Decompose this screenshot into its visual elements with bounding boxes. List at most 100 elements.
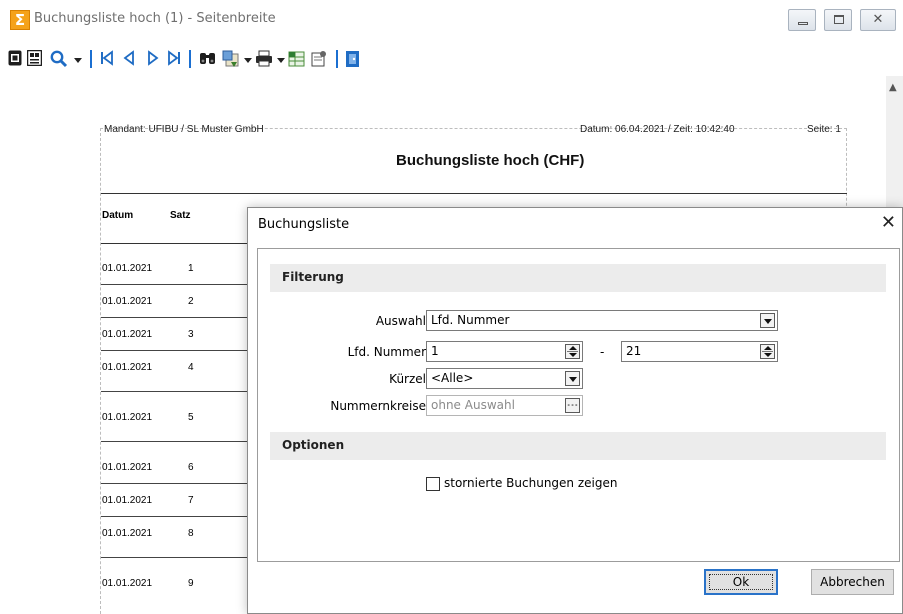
- row-divider: [101, 350, 251, 351]
- auswahl-value: Lfd. Nummer: [431, 313, 510, 327]
- excel-icon: [288, 51, 305, 67]
- report-column-line: [101, 243, 251, 244]
- column-header-satz: Satz: [170, 210, 191, 221]
- exit-icon: [346, 51, 359, 67]
- options-section-title: Optionen: [282, 438, 345, 452]
- maximize-icon: [834, 15, 844, 24]
- print-dropdown-icon[interactable]: [277, 58, 285, 63]
- row-datum: 01.01.2021: [102, 296, 153, 307]
- row-datum: 01.01.2021: [102, 528, 153, 539]
- row-divider: [101, 483, 251, 484]
- report-title: Buchungsliste hoch (CHF): [396, 152, 585, 169]
- spinner-icon[interactable]: [760, 344, 775, 359]
- excel-button[interactable]: [288, 50, 306, 68]
- row-satz: 4: [188, 362, 194, 373]
- preview-toolbar: [0, 46, 903, 72]
- previous-page-icon: [123, 50, 134, 66]
- multi-page-icon: [26, 49, 43, 67]
- exit-button[interactable]: [345, 50, 361, 68]
- first-page-icon: [101, 50, 113, 66]
- row-divider: [101, 317, 251, 318]
- storniert-checkbox-label[interactable]: stornierte Buchungen zeigen: [444, 476, 617, 490]
- dialog-title: Buchungsliste: [258, 217, 350, 232]
- chevron-down-icon[interactable]: [760, 313, 775, 328]
- lfd-nummer-to-stepper[interactable]: 21: [621, 341, 778, 362]
- nummernkreise-label: Nummernkreise: [330, 399, 426, 413]
- nummernkreise-field[interactable]: ohne Auswahl ...: [426, 395, 583, 416]
- row-datum: 01.01.2021: [102, 362, 153, 373]
- row-datum: 01.01.2021: [102, 495, 153, 506]
- row-datum: 01.01.2021: [102, 263, 153, 274]
- row-divider: [101, 391, 251, 392]
- minimize-button[interactable]: [788, 9, 816, 31]
- first-page-button[interactable]: [100, 50, 114, 68]
- range-separator: -: [600, 345, 605, 359]
- row-satz: 7: [188, 495, 194, 506]
- filter-section-header: Filterung: [270, 264, 886, 292]
- lfd-nummer-to-value: 21: [626, 344, 642, 358]
- nummernkreise-placeholder: ohne Auswahl: [431, 398, 515, 412]
- maximize-button[interactable]: [824, 9, 852, 31]
- zoom-dropdown-icon[interactable]: [74, 58, 82, 63]
- lfd-nummer-from-stepper[interactable]: 1: [426, 341, 583, 362]
- row-satz: 5: [188, 412, 194, 423]
- lfd-nummer-label: Lfd. Nummer: [347, 345, 426, 359]
- dialog-close-icon[interactable]: ✕: [881, 212, 896, 233]
- next-page-button[interactable]: [147, 50, 159, 68]
- auswahl-select[interactable]: Lfd. Nummer: [426, 310, 778, 331]
- last-page-button[interactable]: [167, 50, 181, 68]
- zoom-button[interactable]: [50, 50, 68, 68]
- single-page-icon: [8, 50, 22, 66]
- next-page-icon: [148, 50, 159, 66]
- column-header-datum: Datum: [102, 210, 134, 221]
- row-satz: 2: [188, 296, 194, 307]
- zoom-icon: [50, 50, 68, 68]
- page-setup-button[interactable]: [310, 50, 328, 68]
- chevron-down-icon[interactable]: [565, 371, 580, 386]
- print-button[interactable]: [255, 50, 273, 68]
- buchungsliste-dialog: Buchungsliste ✕ Filterung Auswahl Lfd. N…: [247, 207, 903, 614]
- previous-page-button[interactable]: [123, 50, 135, 68]
- app-sigma-icon: Σ: [10, 10, 30, 30]
- window-title: Buchungsliste hoch (1) - Seitenbreite: [34, 11, 276, 26]
- page-setup-icon: [311, 51, 326, 67]
- spinner-icon[interactable]: [565, 344, 580, 359]
- auswahl-label: Auswahl: [375, 314, 426, 328]
- export-dropdown-icon[interactable]: [244, 58, 252, 63]
- cancel-button-label: Abbrechen: [820, 575, 885, 589]
- lfd-nummer-from-value: 1: [431, 344, 439, 358]
- cancel-button[interactable]: Abbrechen: [811, 569, 894, 595]
- report-datum: Datum: 06.04.2021 / Zeit: 10:42:40: [580, 124, 735, 135]
- row-datum: 01.01.2021: [102, 578, 153, 589]
- report-mandant: Mandant: UFIBU / SL Muster GmbH: [104, 124, 264, 135]
- multi-page-button[interactable]: [26, 49, 43, 68]
- close-icon: ✕: [872, 12, 884, 27]
- single-page-button[interactable]: [8, 50, 22, 68]
- ok-button[interactable]: Ok: [704, 569, 778, 595]
- kuerzel-select[interactable]: <Alle>: [426, 368, 583, 389]
- storniert-checkbox[interactable]: [426, 477, 440, 491]
- last-page-icon: [168, 50, 180, 66]
- print-icon: [256, 50, 272, 67]
- scroll-up-icon[interactable]: ▲: [889, 82, 897, 93]
- filter-section-title: Filterung: [282, 270, 344, 284]
- toolbar-separator: [189, 50, 191, 68]
- row-divider: [101, 516, 251, 517]
- find-button[interactable]: [199, 50, 217, 68]
- export-button[interactable]: [222, 50, 240, 68]
- minimize-icon: [798, 22, 808, 25]
- browse-icon[interactable]: ...: [565, 398, 580, 413]
- report-page-number: Seite: 1: [807, 124, 841, 135]
- row-divider: [101, 284, 251, 285]
- dialog-body: Filterung Auswahl Lfd. Nummer Lfd. Numme…: [257, 248, 900, 562]
- row-divider: [101, 557, 251, 558]
- focus-indicator: [709, 574, 773, 590]
- row-datum: 01.01.2021: [102, 412, 153, 423]
- options-section-header: Optionen: [270, 432, 886, 460]
- kuerzel-value: <Alle>: [431, 371, 474, 385]
- window-close-button[interactable]: ✕: [860, 9, 896, 31]
- row-divider: [101, 441, 251, 442]
- toolbar-separator: [336, 50, 338, 68]
- export-icon: [222, 50, 239, 67]
- row-satz: 3: [188, 329, 194, 340]
